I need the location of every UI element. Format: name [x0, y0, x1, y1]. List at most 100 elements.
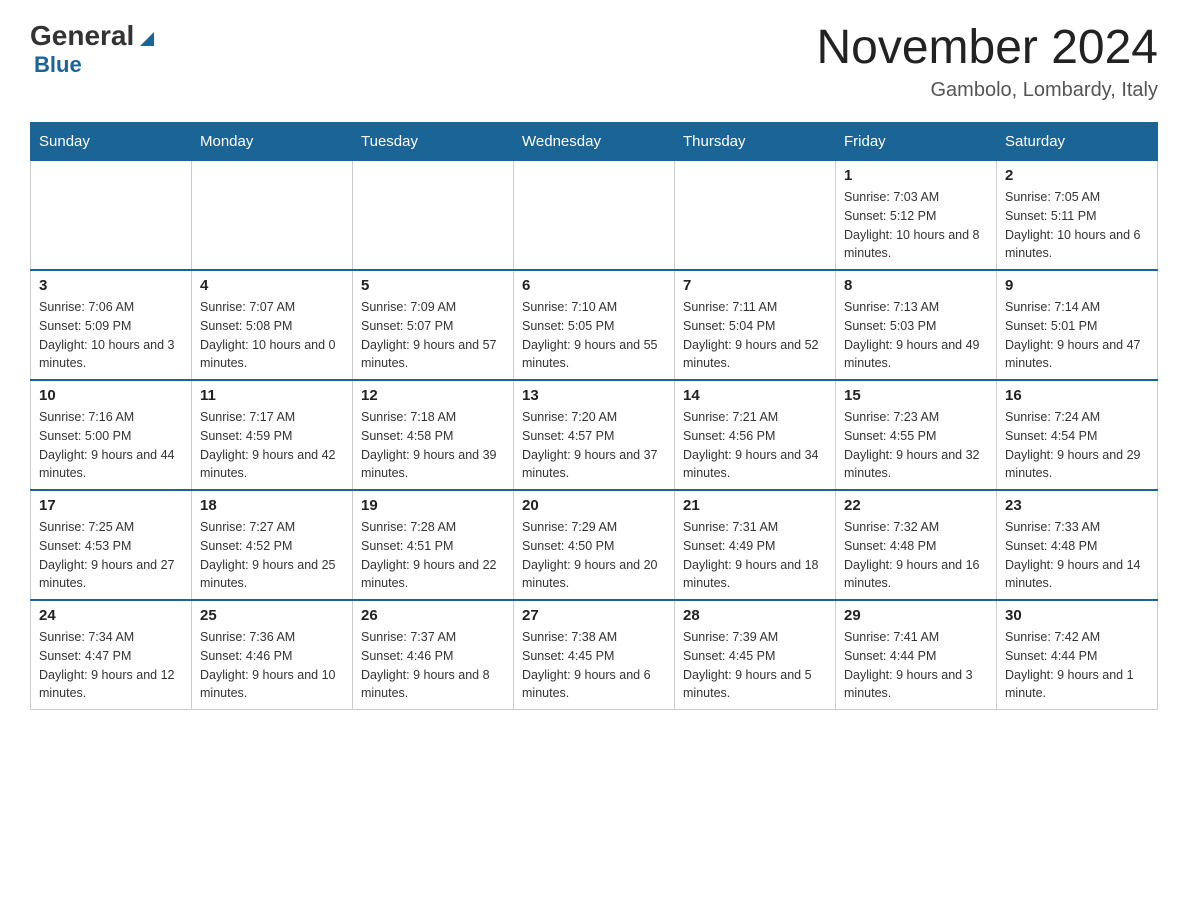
calendar-cell: 26Sunrise: 7:37 AMSunset: 4:46 PMDayligh…	[353, 600, 514, 710]
calendar-cell	[192, 161, 353, 271]
calendar-day-header: Thursday	[675, 123, 836, 161]
calendar-cell: 1Sunrise: 7:03 AMSunset: 5:12 PMDaylight…	[836, 161, 997, 271]
calendar-day-header: Tuesday	[353, 123, 514, 161]
day-number: 19	[361, 497, 505, 514]
day-number: 20	[522, 497, 666, 514]
title-section: November 2024 Gambolo, Lombardy, Italy	[816, 20, 1158, 102]
calendar-cell: 15 Sunrise: 7:23 AMSunset: 4:55 PMDayligh…	[836, 380, 997, 490]
calendar-cell: 12 Sunrise: 7:18 AMSunset: 4:58 PMDayligh…	[353, 380, 514, 490]
calendar-cell: 18Sunrise: 7:27 AMSunset: 4:52 PMDayligh…	[192, 490, 353, 600]
calendar-cell: 27Sunrise: 7:38 AMSunset: 4:45 PMDayligh…	[514, 600, 675, 710]
calendar-cell: 30 Sunrise: 7:42 AMSunset: 4:44 PMDayligh…	[997, 600, 1158, 710]
calendar-cell: 5Sunrise: 7:09 AMSunset: 5:07 PMDaylight…	[353, 270, 514, 380]
calendar-cell: 23 Sunrise: 7:33 AMSunset: 4:48 PMDayligh…	[997, 490, 1158, 600]
day-info: Sunrise: 7:32 AMSunset: 4:48 PMDaylight:…	[844, 518, 988, 593]
calendar-cell: 16 Sunrise: 7:24 AMSunset: 4:54 PMDayligh…	[997, 380, 1158, 490]
day-info: Sunrise: 7:39 AMSunset: 4:45 PMDaylight:…	[683, 628, 827, 703]
day-info: Sunrise: 7:09 AMSunset: 5:07 PMDaylight:…	[361, 298, 505, 373]
calendar-cell	[514, 161, 675, 271]
day-info: Sunrise: 7:33 AMSunset: 4:48 PMDaylight:…	[1005, 518, 1149, 593]
calendar-week-row: 3 Sunrise: 7:06 AMSunset: 5:09 PMDaylight…	[31, 270, 1158, 380]
calendar-cell	[353, 161, 514, 271]
calendar-table: SundayMondayTuesdayWednesdayThursdayFrid…	[30, 122, 1158, 710]
calendar-cell	[31, 161, 192, 271]
month-title: November 2024	[816, 20, 1158, 75]
day-number: 29	[844, 607, 988, 624]
day-info: Sunrise: 7:23 AMSunset: 4:55 PMDaylight:…	[844, 408, 988, 483]
calendar-day-header: Monday	[192, 123, 353, 161]
calendar-cell	[675, 161, 836, 271]
calendar-cell: 11 Sunrise: 7:17 AMSunset: 4:59 PMDayligh…	[192, 380, 353, 490]
day-number: 21	[683, 497, 827, 514]
day-info: Sunrise: 7:13 AMSunset: 5:03 PMDaylight:…	[844, 298, 988, 373]
day-info: Sunrise: 7:31 AMSunset: 4:49 PMDaylight:…	[683, 518, 827, 593]
calendar-cell: 4Sunrise: 7:07 AMSunset: 5:08 PMDaylight…	[192, 270, 353, 380]
calendar-week-row: 17 Sunrise: 7:25 AMSunset: 4:53 PMDayligh…	[31, 490, 1158, 600]
day-info: Sunrise: 7:41 AMSunset: 4:44 PMDaylight:…	[844, 628, 988, 703]
day-info: Sunrise: 7:25 AMSunset: 4:53 PMDaylight:…	[39, 518, 183, 593]
calendar-cell: 10 Sunrise: 7:16 AMSunset: 5:00 PMDayligh…	[31, 380, 192, 490]
day-number: 9	[1005, 277, 1149, 294]
day-number: 23	[1005, 497, 1149, 514]
calendar-cell: 19 Sunrise: 7:28 AMSunset: 4:51 PMDayligh…	[353, 490, 514, 600]
calendar-header-row: SundayMondayTuesdayWednesdayThursdayFrid…	[31, 123, 1158, 161]
calendar-cell: 29 Sunrise: 7:41 AMSunset: 4:44 PMDayligh…	[836, 600, 997, 710]
day-number: 10	[39, 387, 183, 404]
calendar-cell: 6 Sunrise: 7:10 AMSunset: 5:05 PMDaylight…	[514, 270, 675, 380]
day-number: 28	[683, 607, 827, 624]
calendar-day-header: Saturday	[997, 123, 1158, 161]
day-number: 12	[361, 387, 505, 404]
day-number: 17	[39, 497, 183, 514]
day-info: Sunrise: 7:42 AMSunset: 4:44 PMDaylight:…	[1005, 628, 1149, 703]
day-info: Sunrise: 7:18 AMSunset: 4:58 PMDaylight:…	[361, 408, 505, 483]
day-number: 18	[200, 497, 344, 514]
day-number: 4	[200, 277, 344, 294]
day-info: Sunrise: 7:16 AMSunset: 5:00 PMDaylight:…	[39, 408, 183, 483]
day-info: Sunrise: 7:10 AMSunset: 5:05 PMDaylight:…	[522, 298, 666, 373]
day-number: 2	[1005, 167, 1149, 184]
day-info: Sunrise: 7:17 AMSunset: 4:59 PMDaylight:…	[200, 408, 344, 483]
calendar-week-row: 1Sunrise: 7:03 AMSunset: 5:12 PMDaylight…	[31, 161, 1158, 271]
calendar-day-header: Friday	[836, 123, 997, 161]
logo-triangle-icon	[136, 28, 158, 50]
day-number: 15	[844, 387, 988, 404]
day-number: 30	[1005, 607, 1149, 624]
day-number: 1	[844, 167, 988, 184]
day-info: Sunrise: 7:06 AMSunset: 5:09 PMDaylight:…	[39, 298, 183, 373]
logo: General Blue	[30, 20, 158, 78]
day-number: 6	[522, 277, 666, 294]
calendar-cell: 7 Sunrise: 7:11 AMSunset: 5:04 PMDaylight…	[675, 270, 836, 380]
day-number: 22	[844, 497, 988, 514]
day-number: 24	[39, 607, 183, 624]
calendar-week-row: 10 Sunrise: 7:16 AMSunset: 5:00 PMDayligh…	[31, 380, 1158, 490]
day-number: 16	[1005, 387, 1149, 404]
calendar-cell: 2Sunrise: 7:05 AMSunset: 5:11 PMDaylight…	[997, 161, 1158, 271]
calendar-day-header: Wednesday	[514, 123, 675, 161]
calendar-cell: 28 Sunrise: 7:39 AMSunset: 4:45 PMDayligh…	[675, 600, 836, 710]
day-number: 13	[522, 387, 666, 404]
calendar-cell: 9Sunrise: 7:14 AMSunset: 5:01 PMDaylight…	[997, 270, 1158, 380]
calendar-week-row: 24 Sunrise: 7:34 AMSunset: 4:47 PMDayligh…	[31, 600, 1158, 710]
calendar-cell: 17 Sunrise: 7:25 AMSunset: 4:53 PMDayligh…	[31, 490, 192, 600]
day-number: 3	[39, 277, 183, 294]
calendar-cell: 14Sunrise: 7:21 AMSunset: 4:56 PMDayligh…	[675, 380, 836, 490]
day-info: Sunrise: 7:34 AMSunset: 4:47 PMDaylight:…	[39, 628, 183, 703]
day-number: 25	[200, 607, 344, 624]
calendar-cell: 21 Sunrise: 7:31 AMSunset: 4:49 PMDayligh…	[675, 490, 836, 600]
day-info: Sunrise: 7:20 AMSunset: 4:57 PMDaylight:…	[522, 408, 666, 483]
day-number: 11	[200, 387, 344, 404]
calendar-day-header: Sunday	[31, 123, 192, 161]
calendar-cell: 13 Sunrise: 7:20 AMSunset: 4:57 PMDayligh…	[514, 380, 675, 490]
calendar-cell: 25 Sunrise: 7:36 AMSunset: 4:46 PMDayligh…	[192, 600, 353, 710]
logo-blue-text: Blue	[34, 52, 82, 77]
day-number: 7	[683, 277, 827, 294]
day-number: 26	[361, 607, 505, 624]
day-info: Sunrise: 7:38 AMSunset: 4:45 PMDaylight:…	[522, 628, 666, 703]
day-number: 14	[683, 387, 827, 404]
day-info: Sunrise: 7:11 AMSunset: 5:04 PMDaylight:…	[683, 298, 827, 373]
day-info: Sunrise: 7:24 AMSunset: 4:54 PMDaylight:…	[1005, 408, 1149, 483]
day-info: Sunrise: 7:36 AMSunset: 4:46 PMDaylight:…	[200, 628, 344, 703]
calendar-cell: 22 Sunrise: 7:32 AMSunset: 4:48 PMDayligh…	[836, 490, 997, 600]
day-number: 8	[844, 277, 988, 294]
day-info: Sunrise: 7:28 AMSunset: 4:51 PMDaylight:…	[361, 518, 505, 593]
